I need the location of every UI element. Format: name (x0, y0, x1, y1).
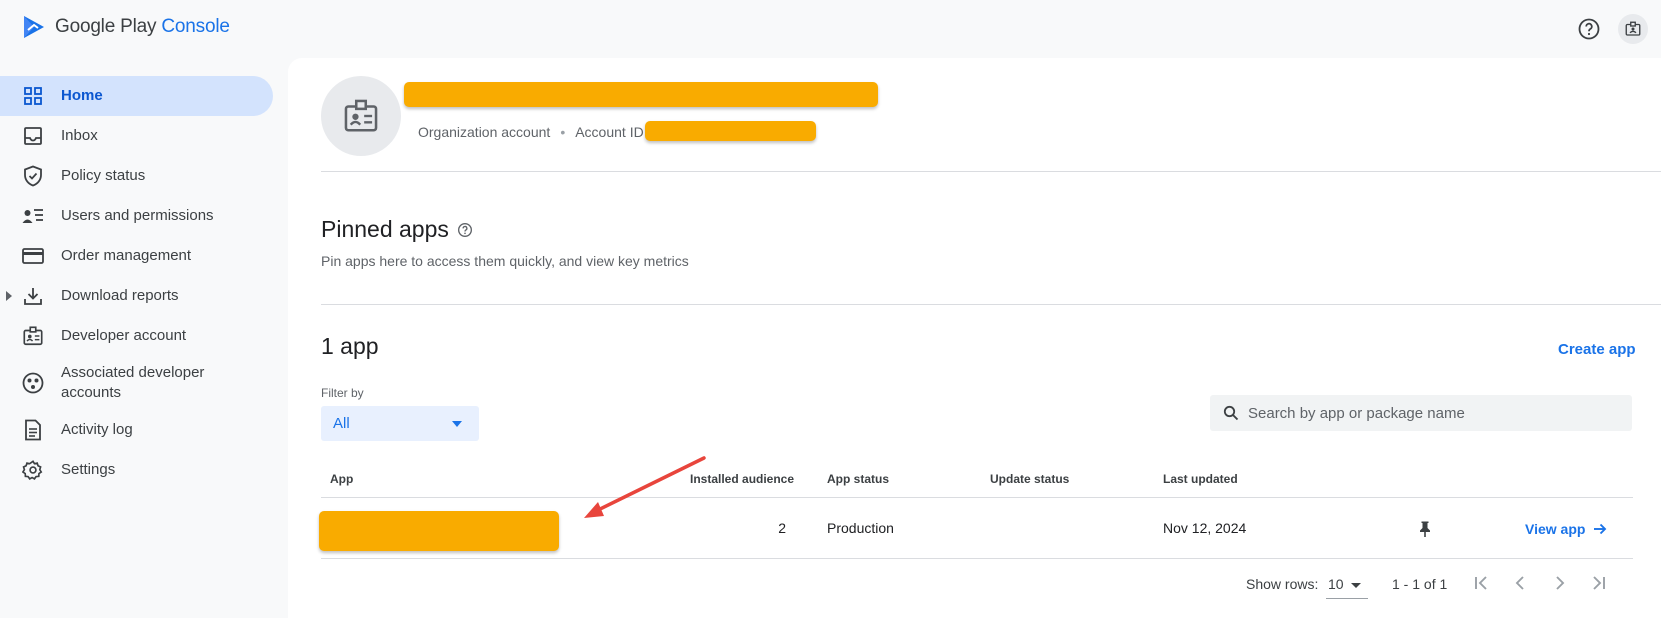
view-app-label: View app (1525, 521, 1586, 537)
first-page-icon (1475, 576, 1487, 590)
chevron-left-icon (1515, 576, 1524, 590)
arrow-right-icon (1594, 523, 1607, 535)
pinned-apps-subtitle: Pin apps here to access them quickly, an… (321, 253, 689, 269)
logo-text: Google Play Console (55, 16, 230, 38)
redacted-account-name (404, 82, 878, 107)
sidebar-item-inbox[interactable]: Inbox (0, 116, 273, 156)
sidebar-item-order-management[interactable]: Order management (0, 236, 273, 276)
document-icon (22, 419, 44, 441)
download-icon (22, 285, 44, 307)
sidebar-item-users-and-permissions[interactable]: Users and permissions (0, 196, 273, 236)
filter-label: Filter by (321, 386, 364, 400)
sidebar-item-download-reports[interactable]: Download reports (0, 276, 273, 316)
logo-product-text: Console (161, 16, 230, 37)
users-list-icon (22, 205, 44, 227)
pin-icon (1420, 521, 1430, 537)
id-badge-icon (344, 99, 378, 132)
developer-badge-icon (1625, 21, 1641, 36)
google-play-console-logo[interactable]: Google Play Console (22, 14, 230, 40)
chevron-right-icon (1556, 576, 1565, 590)
help-circle-icon (1578, 18, 1600, 40)
search-icon (1223, 405, 1239, 421)
last-page-button[interactable] (1583, 568, 1613, 598)
sidebar-nav: Home Inbox Policy status Users and permi… (0, 58, 288, 618)
last-page-icon (1593, 576, 1605, 590)
account-type: Organization account (418, 124, 551, 140)
sidebar-item-label: Inbox (61, 127, 98, 144)
account-id-label: Account ID (575, 124, 644, 140)
help-circle-icon[interactable] (457, 222, 473, 238)
id-badge-icon (22, 325, 44, 347)
sidebar-item-label: Developer account (61, 327, 187, 344)
gear-icon (22, 459, 44, 481)
divider (321, 304, 1661, 305)
table-divider (321, 497, 1633, 498)
divider (321, 171, 1661, 172)
first-page-button[interactable] (1467, 568, 1497, 598)
create-app-button[interactable]: Create app (1558, 341, 1636, 358)
sidebar-item-settings[interactable]: Settings (0, 450, 273, 490)
redacted-account-id (645, 121, 816, 141)
sidebar-item-activity-log[interactable]: Activity log (0, 410, 273, 450)
account-avatar (321, 76, 401, 156)
rows-per-page-label: Show rows: (1246, 576, 1319, 592)
sidebar-item-label: Settings (61, 461, 116, 478)
previous-page-button[interactable] (1505, 568, 1535, 598)
sidebar-item-label: Policy status (61, 167, 146, 184)
sidebar-item-label: Download reports (61, 287, 179, 304)
column-header-update-status[interactable]: Update status (990, 472, 1069, 486)
inbox-icon (22, 125, 44, 147)
rows-per-page-value: 10 (1328, 576, 1344, 592)
sidebar-item-label: Associated developer accounts (61, 364, 205, 401)
unpin-button[interactable] (1418, 520, 1432, 538)
rows-per-page-select[interactable]: 10 (1326, 571, 1368, 599)
app-search (1210, 395, 1632, 431)
dropdown-arrow-icon (452, 421, 462, 427)
table-divider (321, 558, 1633, 559)
column-header-app-status[interactable]: App status (827, 472, 889, 486)
dropdown-arrow-icon (1351, 583, 1361, 588)
view-app-link[interactable]: View app (1525, 521, 1607, 537)
credit-card-icon (22, 245, 44, 267)
pinned-apps-title: Pinned apps (321, 216, 473, 243)
column-header-installed-audience[interactable]: Installed audience (690, 472, 794, 486)
filter-value: All (333, 415, 350, 432)
linked-accounts-icon (22, 372, 44, 394)
column-header-app[interactable]: App (330, 472, 353, 486)
search-input[interactable] (1248, 395, 1628, 431)
app-count-heading: 1 app (321, 333, 379, 359)
sidebar-item-label: Order management (61, 247, 192, 264)
column-header-last-updated[interactable]: Last updated (1163, 472, 1238, 486)
play-console-logo-icon (24, 16, 44, 38)
next-page-button[interactable] (1545, 568, 1575, 598)
separator-dot: • (560, 124, 566, 140)
filter-dropdown[interactable]: All (321, 406, 479, 441)
last-updated-value: Nov 12, 2024 (1163, 520, 1247, 536)
main-content: Organization account • Account ID Pinned… (288, 58, 1661, 618)
pinned-apps-heading: Pinned apps (321, 216, 449, 242)
shield-check-icon (22, 165, 44, 187)
page-range: 1 - 1 of 1 (1392, 576, 1448, 592)
app-status-value: Production (827, 520, 894, 536)
app-count-title: 1 app (321, 333, 379, 360)
logo-main-text: Google Play (55, 16, 157, 37)
redacted-app-name (319, 511, 559, 551)
sidebar-item-associated-developer-accounts[interactable]: Associated developer accounts (0, 356, 273, 410)
top-bar: Google Play Console (0, 0, 1661, 58)
sidebar-item-label: Home (61, 87, 103, 104)
expand-caret-icon[interactable] (6, 291, 12, 301)
grid-icon (22, 85, 44, 107)
sidebar-item-policy-status[interactable]: Policy status (0, 156, 273, 196)
sidebar-item-label: Users and permissions (61, 207, 214, 224)
sidebar-item-label: Activity log (61, 421, 133, 438)
help-button[interactable] (1574, 14, 1604, 44)
sidebar-item-developer-account[interactable]: Developer account (0, 316, 273, 356)
sidebar-item-home[interactable]: Home (0, 76, 273, 116)
installed-audience-value: 2 (778, 520, 786, 536)
account-meta: Organization account • Account ID (418, 124, 644, 140)
account-button[interactable] (1618, 14, 1648, 44)
